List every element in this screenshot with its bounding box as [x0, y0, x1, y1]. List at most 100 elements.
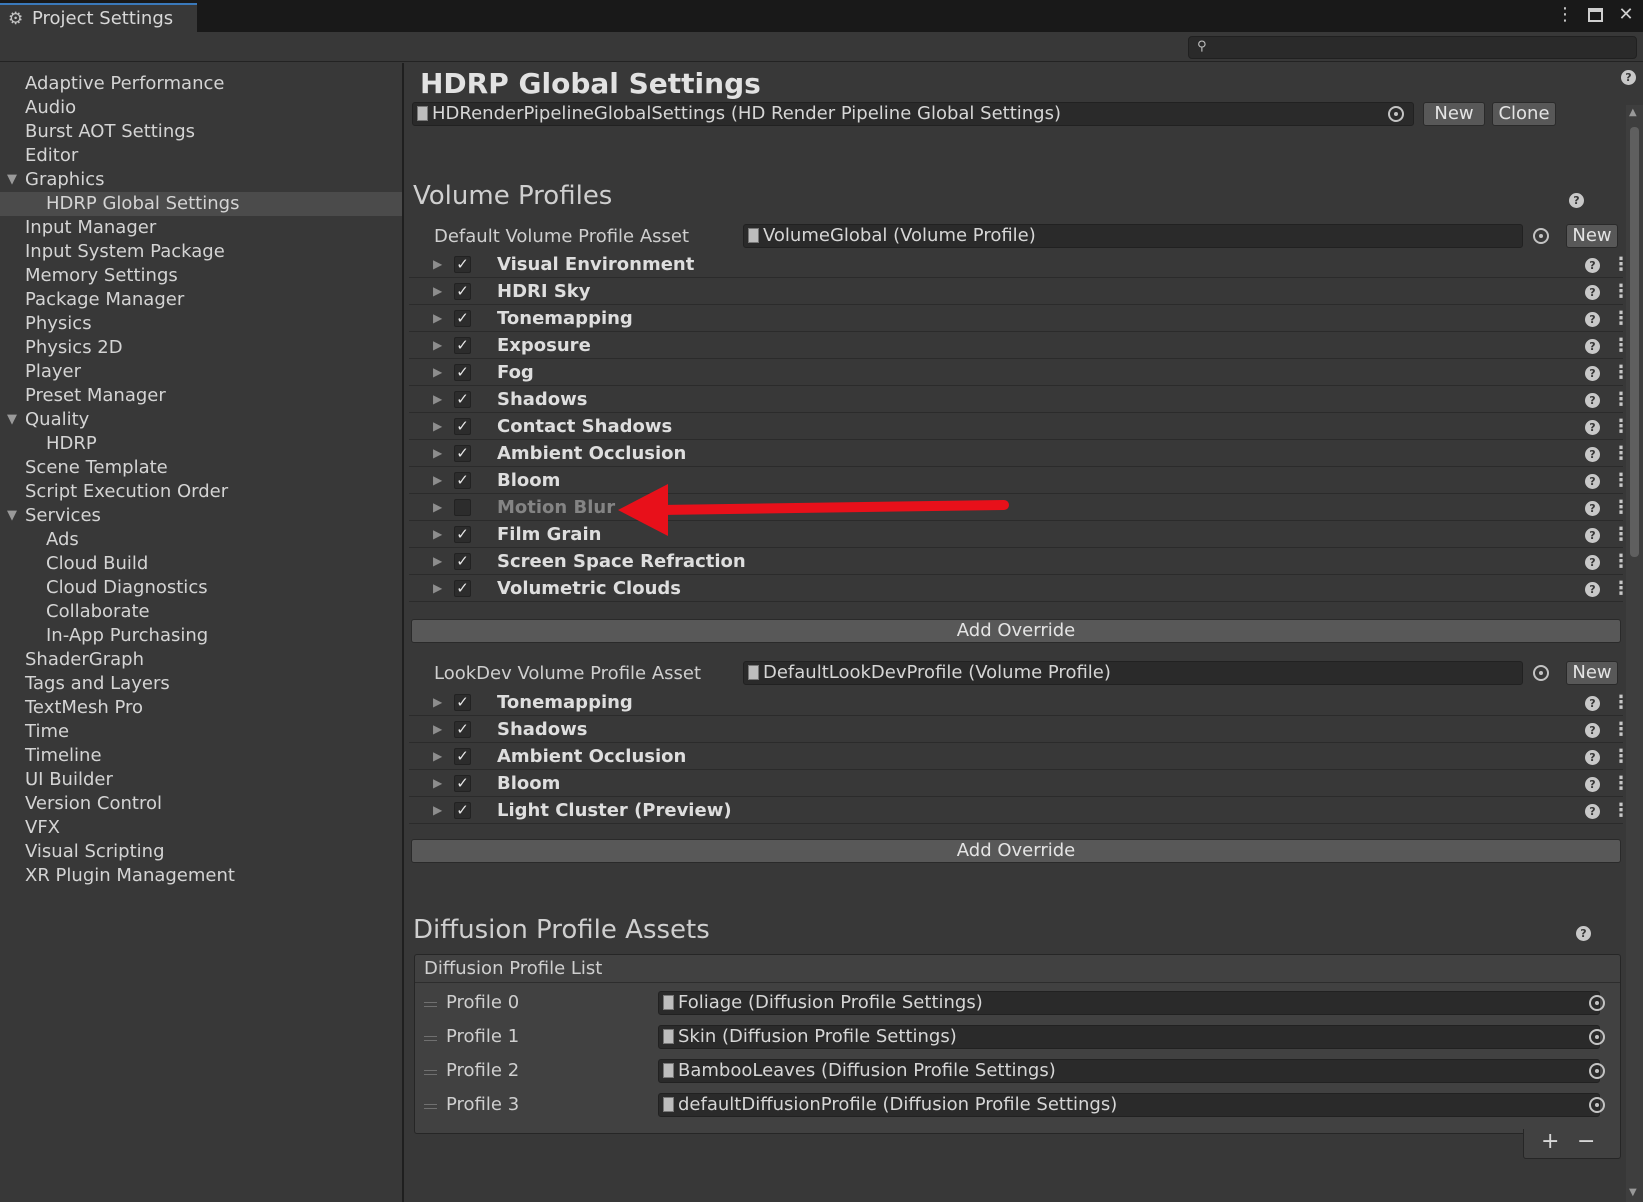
search-input[interactable]: ⚲ [1188, 36, 1637, 59]
sidebar-item-script-execution-order[interactable]: Script Execution Order [0, 480, 402, 504]
override-enabled-checkbox[interactable]: ✓ [454, 337, 471, 354]
override-enabled-checkbox[interactable]: ✓ [454, 391, 471, 408]
sidebar-item-adaptive-performance[interactable]: Adaptive Performance [0, 72, 402, 96]
lookdev-volume-profile-field[interactable]: DefaultLookDevProfile (Volume Profile) [743, 661, 1523, 685]
sidebar-item-physics-2d[interactable]: Physics 2D [0, 336, 402, 360]
override-row[interactable]: ▶ ✓ Fog? ⋮ [409, 360, 1630, 386]
override-row[interactable]: ▶ ✓ Light Cluster (Preview)? ⋮ [409, 798, 1630, 824]
lookdev-add-override-button[interactable]: Add Override [411, 839, 1621, 863]
foldout-arrow-icon[interactable]: ▶ [433, 257, 442, 271]
override-enabled-checkbox[interactable]: ✓ [454, 310, 471, 327]
foldout-arrow-icon[interactable]: ▶ [433, 419, 442, 433]
help-icon[interactable]: ? [1585, 366, 1600, 381]
sidebar-item-timeline[interactable]: Timeline [0, 744, 402, 768]
help-icon[interactable]: ? [1621, 70, 1636, 85]
sidebar-item-hdrp-global-settings[interactable]: HDRP Global Settings [0, 192, 402, 216]
override-enabled-checkbox[interactable]: ✓ [454, 721, 471, 738]
override-row[interactable]: ▶ ✓ Screen Space Refraction? ⋮ [409, 549, 1630, 575]
add-override-button[interactable]: Add Override [411, 619, 1621, 643]
foldout-arrow-icon[interactable]: ▶ [433, 365, 442, 379]
foldout-arrow-icon[interactable]: ▶ [433, 695, 442, 709]
help-icon[interactable]: ? [1585, 555, 1600, 570]
default-profile-new-button[interactable]: New [1566, 224, 1618, 248]
sidebar-item-editor[interactable]: Editor [0, 144, 402, 168]
help-icon[interactable]: ? [1585, 750, 1600, 765]
foldout-arrow-icon[interactable]: ▶ [433, 446, 442, 460]
drag-handle-icon[interactable] [424, 1036, 437, 1041]
sidebar-item-input-system-package[interactable]: Input System Package [0, 240, 402, 264]
sidebar-item-visual-scripting[interactable]: Visual Scripting [0, 840, 402, 864]
override-enabled-checkbox[interactable]: ✓ [454, 445, 471, 462]
override-row[interactable]: ▶ ✓ Shadows? ⋮ [409, 387, 1630, 413]
help-icon[interactable]: ? [1585, 501, 1600, 516]
help-icon[interactable]: ? [1585, 804, 1600, 819]
expand-caret-icon[interactable]: ▼ [7, 504, 17, 528]
sidebar-item-collaborate[interactable]: Collaborate [0, 600, 402, 624]
add-item-button[interactable]: + [1541, 1129, 1559, 1154]
kebab-icon[interactable]: ⋮ [1556, 4, 1574, 25]
override-enabled-checkbox[interactable]: ✓ [454, 553, 471, 570]
sidebar-item-version-control[interactable]: Version Control [0, 792, 402, 816]
sidebar-item-services[interactable]: ▼ Services [0, 504, 402, 528]
help-icon[interactable]: ? [1585, 447, 1600, 462]
object-picker-icon[interactable] [1589, 995, 1605, 1011]
expand-caret-icon[interactable]: ▼ [7, 168, 17, 192]
sidebar-item-input-manager[interactable]: Input Manager [0, 216, 402, 240]
expand-caret-icon[interactable]: ▼ [7, 408, 17, 432]
sidebar-item-shadergraph[interactable]: ShaderGraph [0, 648, 402, 672]
override-enabled-checkbox[interactable]: ✓ [454, 364, 471, 381]
override-enabled-checkbox[interactable]: ✓ [454, 418, 471, 435]
override-row[interactable]: ▶ Motion Blur? ⋮ [409, 495, 1630, 521]
help-icon[interactable]: ? [1585, 312, 1600, 327]
clone-button[interactable]: Clone [1492, 102, 1556, 126]
object-picker-icon[interactable] [1533, 665, 1549, 681]
override-row[interactable]: ▶ ✓ Shadows? ⋮ [409, 717, 1630, 743]
help-icon[interactable]: ? [1585, 777, 1600, 792]
foldout-arrow-icon[interactable]: ▶ [433, 722, 442, 736]
maximize-icon[interactable] [1588, 7, 1603, 22]
scroll-down-icon[interactable]: ▼ [1629, 1187, 1637, 1198]
sidebar-item-time[interactable]: Time [0, 720, 402, 744]
sidebar-item-tags-and-layers[interactable]: Tags and Layers [0, 672, 402, 696]
help-icon[interactable]: ? [1585, 696, 1600, 711]
object-picker-icon[interactable] [1388, 106, 1404, 122]
sidebar-item-burst-aot-settings[interactable]: Burst AOT Settings [0, 120, 402, 144]
sidebar-item-quality[interactable]: ▼ Quality [0, 408, 402, 432]
scrollbar-thumb[interactable] [1630, 127, 1639, 557]
diffusion-profile-field[interactable]: defaultDiffusionProfile (Diffusion Profi… [658, 1093, 1600, 1117]
sidebar-item-package-manager[interactable]: Package Manager [0, 288, 402, 312]
foldout-arrow-icon[interactable]: ▶ [433, 392, 442, 406]
foldout-arrow-icon[interactable]: ▶ [433, 527, 442, 541]
diffusion-profile-field[interactable]: Foliage (Diffusion Profile Settings) [658, 991, 1600, 1015]
lookdev-profile-new-button[interactable]: New [1566, 661, 1618, 685]
diffusion-profile-field[interactable]: Skin (Diffusion Profile Settings) [658, 1025, 1600, 1049]
new-button[interactable]: New [1423, 102, 1485, 126]
foldout-arrow-icon[interactable]: ▶ [433, 473, 442, 487]
override-enabled-checkbox[interactable]: ✓ [454, 283, 471, 300]
diffusion-profile-field[interactable]: BambooLeaves (Diffusion Profile Settings… [658, 1059, 1600, 1083]
close-icon[interactable]: ✕ [1617, 4, 1635, 25]
help-icon[interactable]: ? [1585, 723, 1600, 738]
foldout-arrow-icon[interactable]: ▶ [433, 284, 442, 298]
help-icon[interactable]: ? [1585, 582, 1600, 597]
override-row[interactable]: ▶ ✓ Ambient Occlusion? ⋮ [409, 744, 1630, 770]
override-row[interactable]: ▶ ✓ Contact Shadows? ⋮ [409, 414, 1630, 440]
override-row[interactable]: ▶ ✓ Volumetric Clouds? ⋮ [409, 576, 1630, 602]
override-enabled-checkbox[interactable]: ✓ [454, 802, 471, 819]
help-icon[interactable]: ? [1576, 926, 1591, 941]
sidebar-item-physics[interactable]: Physics [0, 312, 402, 336]
sidebar-item-cloud-diagnostics[interactable]: Cloud Diagnostics [0, 576, 402, 600]
override-row[interactable]: ▶ ✓ HDRI Sky? ⋮ [409, 279, 1630, 305]
sidebar-item-in-app-purchasing[interactable]: In-App Purchasing [0, 624, 402, 648]
override-enabled-checkbox[interactable] [454, 499, 471, 516]
remove-item-button[interactable]: − [1577, 1129, 1595, 1154]
foldout-arrow-icon[interactable]: ▶ [433, 338, 442, 352]
foldout-arrow-icon[interactable]: ▶ [433, 311, 442, 325]
drag-handle-icon[interactable] [424, 1070, 437, 1075]
help-icon[interactable]: ? [1585, 420, 1600, 435]
sidebar-item-cloud-build[interactable]: Cloud Build [0, 552, 402, 576]
help-icon[interactable]: ? [1585, 528, 1600, 543]
sidebar-item-vfx[interactable]: VFX [0, 816, 402, 840]
sidebar-item-hdrp[interactable]: HDRP [0, 432, 402, 456]
help-icon[interactable]: ? [1585, 285, 1600, 300]
